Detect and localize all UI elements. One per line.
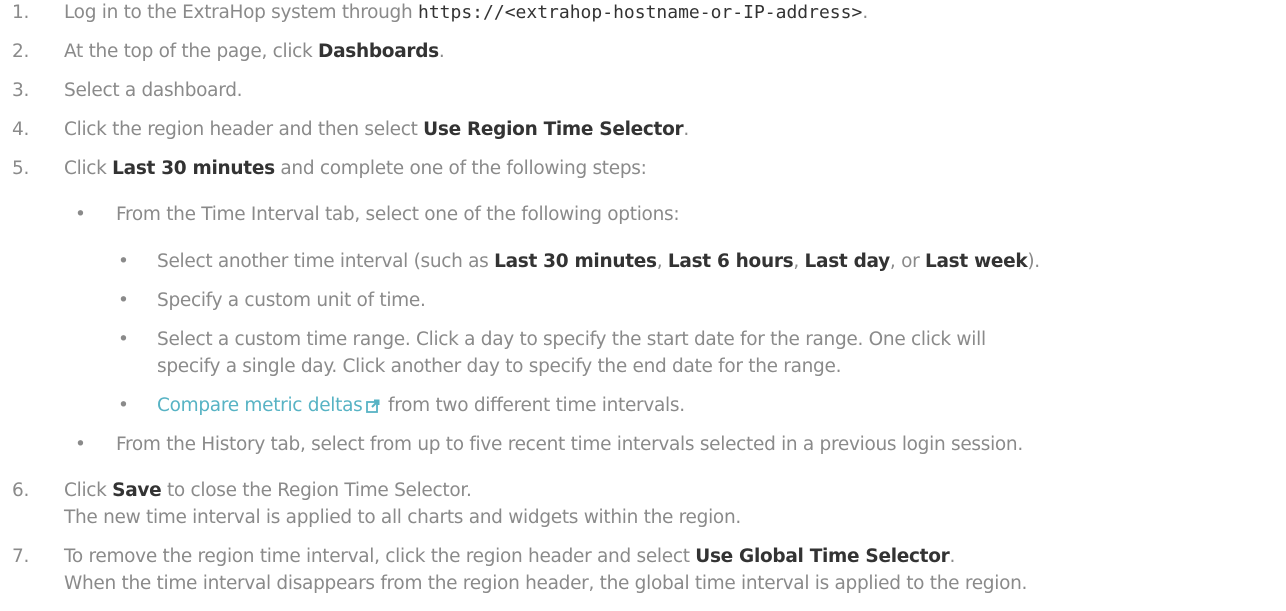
- step-text: Click the region header and then select: [64, 119, 424, 140]
- step-text: Click: [64, 158, 113, 179]
- bullet: •: [75, 204, 86, 225]
- ui-term-save: Save: [112, 480, 162, 501]
- bullet: •: [75, 434, 86, 455]
- bullet: •: [118, 251, 129, 272]
- step-number: 6.: [12, 480, 30, 501]
- step-number: 7.: [12, 546, 30, 567]
- step-number: 5.: [12, 158, 30, 179]
- step-text: Log in to the ExtraHop system through: [64, 2, 418, 23]
- bullet: •: [118, 395, 129, 416]
- step-number: 2.: [12, 41, 30, 62]
- external-link-icon[interactable]: [366, 397, 380, 418]
- step-text: To remove the region time interval, clic…: [64, 546, 696, 567]
- ui-term-dashboards: Dashboards: [318, 41, 439, 62]
- step-number: 1.: [12, 2, 30, 23]
- step-number: 3.: [12, 80, 30, 101]
- ui-term-use-region-time-selector: Use Region Time Selector: [423, 119, 684, 140]
- bullet: •: [118, 329, 129, 350]
- step-text: At the top of the page, click: [64, 41, 319, 62]
- step-text: Select a dashboard.: [64, 80, 243, 101]
- step-result: The new time interval is applied to all …: [64, 507, 741, 528]
- step-number: 4.: [12, 119, 30, 140]
- step-result: When the time interval disappears from t…: [64, 573, 1028, 594]
- hostname-url: https://<extrahop-hostname-or-IP-address…: [418, 2, 863, 23]
- compare-metric-deltas-link[interactable]: Compare metric deltas: [157, 395, 363, 416]
- procedure-document: 1. Log in to the ExtraHop system through…: [12, 2, 1040, 594]
- ui-term-last-30-minutes: Last 30 minutes: [112, 158, 275, 179]
- bullet: •: [118, 290, 129, 311]
- ui-term-use-global-time-selector: Use Global Time Selector: [695, 546, 950, 567]
- step-text: Click: [64, 480, 113, 501]
